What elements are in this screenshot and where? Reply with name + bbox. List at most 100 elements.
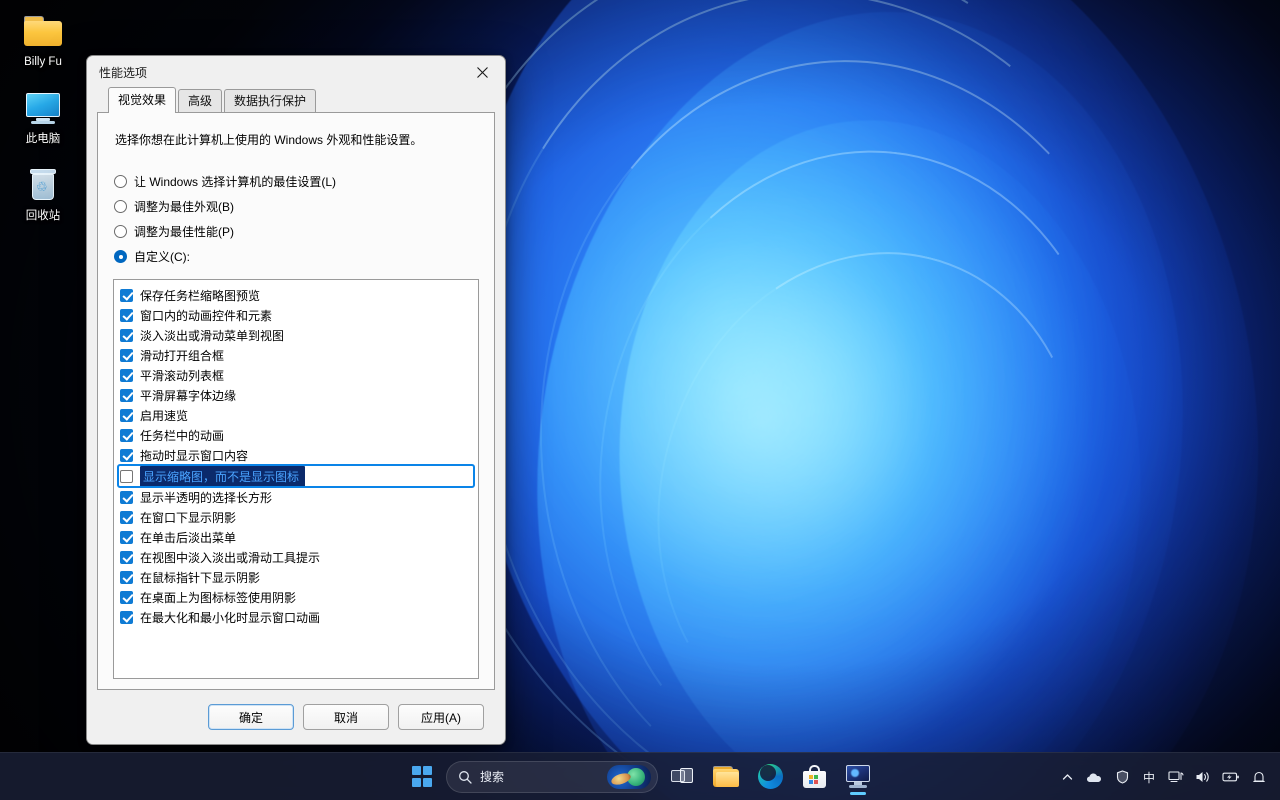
network-tray-icon-button[interactable] xyxy=(1163,760,1189,794)
shield-icon xyxy=(1116,770,1129,784)
checkbox-icon[interactable] xyxy=(120,449,133,462)
visual-effect-row[interactable]: 在单击后淡出菜单 xyxy=(116,527,476,547)
tab-visual-effects[interactable]: 视觉效果 xyxy=(108,87,176,113)
dialog-button-bar: 确定 取消 应用(A) xyxy=(97,690,495,744)
folder-icon xyxy=(713,766,739,787)
checkbox-icon[interactable] xyxy=(120,409,133,422)
checkbox-icon[interactable] xyxy=(120,369,133,382)
desktop-icon-this-pc[interactable]: 此电脑 xyxy=(5,83,81,150)
visual-effect-row[interactable]: 在窗口下显示阴影 xyxy=(116,507,476,527)
close-icon[interactable] xyxy=(460,57,505,88)
visual-effect-row[interactable]: 平滑屏幕字体边缘 xyxy=(116,385,476,405)
start-button[interactable] xyxy=(402,757,442,797)
visual-effect-label: 拖动时显示窗口内容 xyxy=(140,447,248,464)
speaker-icon xyxy=(1195,770,1211,784)
tab-advanced[interactable]: 高级 xyxy=(178,89,222,112)
performance-mode-radio-group[interactable]: 让 Windows 选择计算机的最佳设置(L) 调整为最佳外观(B) 调整为最佳… xyxy=(114,170,481,270)
file-explorer-button[interactable] xyxy=(706,757,746,797)
tab-data-execution-prevention[interactable]: 数据执行保护 xyxy=(224,89,316,112)
checkbox-icon[interactable] xyxy=(120,289,133,302)
visual-effect-row[interactable]: 平滑滚动列表框 xyxy=(116,365,476,385)
taskbar[interactable]: 搜索 xyxy=(0,752,1280,800)
search-highlight-thumbnail[interactable] xyxy=(607,765,651,789)
visual-effect-label: 显示缩略图，而不是显示图标 xyxy=(140,466,305,487)
checkbox-icon[interactable] xyxy=(120,329,133,342)
radio-label: 自定义(C): xyxy=(134,248,190,265)
radio-best-appearance[interactable]: 调整为最佳外观(B) xyxy=(114,195,481,218)
battery-tray-icon-button[interactable] xyxy=(1217,760,1245,794)
system-properties-button[interactable] xyxy=(838,757,878,797)
tab-page-visual-effects: 选择你想在此计算机上使用的 Windows 外观和性能设置。 让 Windows… xyxy=(97,112,495,690)
visual-effect-row[interactable]: 显示半透明的选择长方形 xyxy=(116,487,476,507)
desktop-icon-label: Billy Fu xyxy=(24,55,62,69)
checkbox-icon[interactable] xyxy=(120,491,133,504)
visual-effect-label: 平滑滚动列表框 xyxy=(140,367,224,384)
recycle-bin-icon: ♲ xyxy=(22,166,64,204)
radio-custom[interactable]: 自定义(C): xyxy=(114,245,481,268)
visual-effect-row[interactable]: 启用速览 xyxy=(116,405,476,425)
dialog-description: 选择你想在此计算机上使用的 Windows 外观和性能设置。 xyxy=(115,131,481,148)
visual-effect-row[interactable]: 保存任务栏缩略图预览 xyxy=(116,285,476,305)
ok-button[interactable]: 确定 xyxy=(208,704,294,730)
dialog-tabstrip[interactable]: 视觉效果 高级 数据执行保护 xyxy=(97,88,495,112)
checkbox-icon[interactable] xyxy=(120,470,133,483)
desktop-icon-label: 回收站 xyxy=(26,209,61,223)
radio-best-performance[interactable]: 调整为最佳性能(P) xyxy=(114,220,481,243)
radio-icon xyxy=(114,200,127,213)
ime-indicator[interactable]: 中 xyxy=(1136,760,1162,794)
radio-icon xyxy=(114,250,127,263)
search-input[interactable]: 搜索 xyxy=(446,761,658,793)
visual-effect-row[interactable]: 拖动时显示窗口内容 xyxy=(116,445,476,465)
checkbox-icon[interactable] xyxy=(120,591,133,604)
show-hidden-icons-button[interactable] xyxy=(1054,760,1080,794)
checkbox-icon[interactable] xyxy=(120,551,133,564)
visual-effect-row[interactable]: 淡入淡出或滑动菜单到视图 xyxy=(116,325,476,345)
network-icon xyxy=(1168,770,1184,784)
onedrive-tray-icon-button[interactable] xyxy=(1081,760,1108,794)
battery-icon xyxy=(1222,771,1240,783)
checkbox-icon[interactable] xyxy=(120,429,133,442)
visual-effect-label: 任务栏中的动画 xyxy=(140,427,224,444)
apply-button[interactable]: 应用(A) xyxy=(398,704,484,730)
desktop[interactable]: Billy Fu 此电脑 ♲ 回收站 性能选项 xyxy=(0,0,1280,800)
search-icon xyxy=(458,770,472,784)
task-view-button[interactable] xyxy=(662,757,702,797)
system-tray: 中 xyxy=(1054,753,1280,800)
visual-effect-row[interactable]: 在桌面上为图标标签使用阴影 xyxy=(116,587,476,607)
visual-effect-label: 窗口内的动画控件和元素 xyxy=(140,307,272,324)
visual-effect-label: 平滑屏幕字体边缘 xyxy=(140,387,236,404)
dialog-titlebar[interactable]: 性能选项 xyxy=(87,56,505,88)
security-tray-icon-button[interactable] xyxy=(1109,760,1135,794)
edge-button[interactable] xyxy=(750,757,790,797)
volume-tray-icon-button[interactable] xyxy=(1190,760,1216,794)
checkbox-icon[interactable] xyxy=(120,389,133,402)
task-view-icon xyxy=(671,768,693,786)
visual-effect-row[interactable]: 在鼠标指针下显示阴影 xyxy=(116,567,476,587)
visual-effect-row[interactable]: 在最大化和最小化时显示窗口动画 xyxy=(116,607,476,627)
checkbox-icon[interactable] xyxy=(120,349,133,362)
visual-effect-row[interactable]: 滑动打开组合框 xyxy=(116,345,476,365)
radio-let-windows-choose[interactable]: 让 Windows 选择计算机的最佳设置(L) xyxy=(114,170,481,193)
radio-label: 调整为最佳性能(P) xyxy=(134,223,234,240)
visual-effect-row[interactable]: 窗口内的动画控件和元素 xyxy=(116,305,476,325)
checkbox-icon[interactable] xyxy=(120,309,133,322)
desktop-icon-billy-fu[interactable]: Billy Fu xyxy=(5,6,81,73)
visual-effect-row[interactable]: 任务栏中的动画 xyxy=(116,425,476,445)
checkbox-icon[interactable] xyxy=(120,511,133,524)
radio-icon xyxy=(114,175,127,188)
radio-icon xyxy=(114,225,127,238)
visual-effect-label: 滑动打开组合框 xyxy=(140,347,224,364)
bell-icon xyxy=(1252,770,1266,785)
desktop-icon-recycle-bin[interactable]: ♲ 回收站 xyxy=(5,160,81,227)
microsoft-store-button[interactable] xyxy=(794,757,834,797)
cancel-button[interactable]: 取消 xyxy=(303,704,389,730)
checkbox-icon[interactable] xyxy=(120,531,133,544)
checkbox-icon[interactable] xyxy=(120,571,133,584)
performance-options-dialog[interactable]: 性能选项 视觉效果 高级 数据执行保护 选择你想在此计算机上使用的 Window… xyxy=(86,55,506,745)
visual-effect-row[interactable]: 显示缩略图，而不是显示图标 xyxy=(118,465,474,487)
checkbox-icon[interactable] xyxy=(120,611,133,624)
notification-center-button[interactable] xyxy=(1246,760,1272,794)
search-placeholder: 搜索 xyxy=(480,768,599,785)
visual-effects-checkbox-list[interactable]: 保存任务栏缩略图预览窗口内的动画控件和元素淡入淡出或滑动菜单到视图滑动打开组合框… xyxy=(113,279,479,679)
visual-effect-row[interactable]: 在视图中淡入淡出或滑动工具提示 xyxy=(116,547,476,567)
